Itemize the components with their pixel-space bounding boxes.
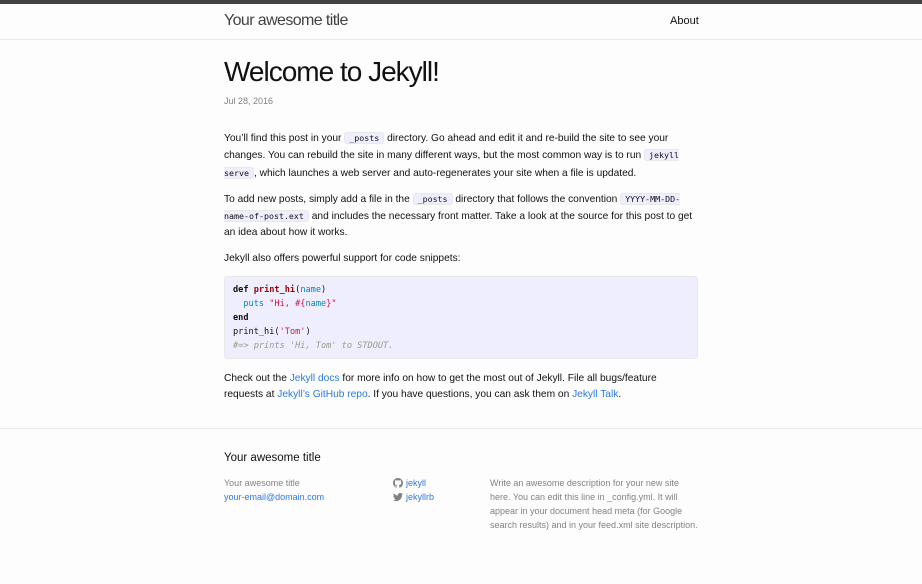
code-call: print_hi: [233, 327, 275, 338]
nav-link-about[interactable]: About: [670, 15, 699, 28]
footer-email-link[interactable]: your-email@domain.com: [224, 492, 324, 502]
code-interp: #{: [295, 299, 306, 310]
paragraph-links: Check out the Jekyll docs for more info …: [224, 371, 698, 404]
paragraph-intro: You’ll find this post in your _posts dir…: [224, 130, 698, 182]
code-var: name: [305, 299, 327, 310]
github-icon: [393, 478, 403, 488]
code-line: #=> prints 'Hi, Tom' to STDOUT.: [233, 339, 689, 353]
github-link[interactable]: jekyll: [406, 476, 426, 490]
footer-contact-column: Your awesome title your-email@domain.com: [224, 476, 384, 504]
code-arg: name: [300, 285, 322, 296]
text: Check out the: [224, 373, 290, 385]
text: . If you have questions, you can ask the…: [367, 389, 573, 401]
jekyll-github-link[interactable]: Jekyll’s GitHub repo: [277, 389, 367, 400]
text: To add new posts, simply add a file in t…: [224, 193, 413, 205]
twitter-link[interactable]: jekyllrb: [406, 490, 434, 504]
code-keyword: end: [233, 313, 249, 324]
code-line: print_hi('Tom'): [233, 325, 689, 339]
github-social-item: jekyll: [393, 476, 483, 490]
text: You’ll find this post in your: [224, 133, 345, 144]
site-description: Write an awesome description for your ne…: [490, 478, 698, 530]
code-keyword: def: [233, 285, 249, 296]
post-date: Jul 28, 2016: [224, 96, 274, 106]
post-title: Welcome to Jekyll!: [224, 56, 440, 87]
footer-social-column: jekyll jekyllrb: [393, 476, 483, 504]
site-title-link[interactable]: Your awesome title: [224, 12, 348, 30]
inline-code-posts: _posts: [344, 132, 385, 144]
footer-description-column: Write an awesome description for your ne…: [490, 476, 700, 532]
code-string: 'Tom': [279, 327, 306, 338]
jekyll-docs-link[interactable]: Jekyll docs: [290, 373, 340, 384]
code-block: def print_hi(name) puts "Hi, #{name}" end…: [224, 276, 698, 360]
code-line: puts "Hi, #{name}": [233, 297, 689, 311]
code-punct: ): [321, 285, 327, 296]
twitter-social-item: jekyllrb: [393, 490, 483, 504]
text: , which launches a web server and auto-r…: [253, 167, 637, 179]
code-string: "Hi,: [269, 299, 296, 310]
footer-heading: Your awesome title: [224, 452, 321, 464]
twitter-icon: [393, 492, 403, 502]
code-comment: #=> prints 'Hi, Tom' to STDOUT.: [233, 341, 394, 352]
inline-code-posts: _posts: [412, 192, 453, 205]
text: directory that follows the convention: [452, 193, 621, 205]
site-header: Your awesome title About: [0, 4, 922, 40]
text: .: [618, 389, 622, 401]
code-line: def print_hi(name): [233, 283, 689, 297]
post-article: Welcome to Jekyll! Jul 28, 2016 You’ll f…: [224, 56, 698, 413]
code-string: ": [331, 299, 337, 310]
paragraph-code-snippets: Jekyll also offers powerful support for …: [224, 252, 461, 264]
post-content: You’ll find this post in your _posts dir…: [224, 130, 698, 404]
code-punct: ): [305, 327, 311, 338]
paragraph-new-posts: To add new posts, simply add a file in t…: [224, 191, 698, 242]
footer-site-name: Your awesome title: [224, 478, 300, 488]
code-line: end: [233, 311, 689, 325]
code-builtin: puts: [243, 299, 265, 310]
site-footer: Your awesome title Your awesome title yo…: [0, 428, 922, 584]
jekyll-talk-link[interactable]: Jekyll Talk: [572, 389, 618, 400]
code-function: print_hi: [253, 285, 296, 296]
